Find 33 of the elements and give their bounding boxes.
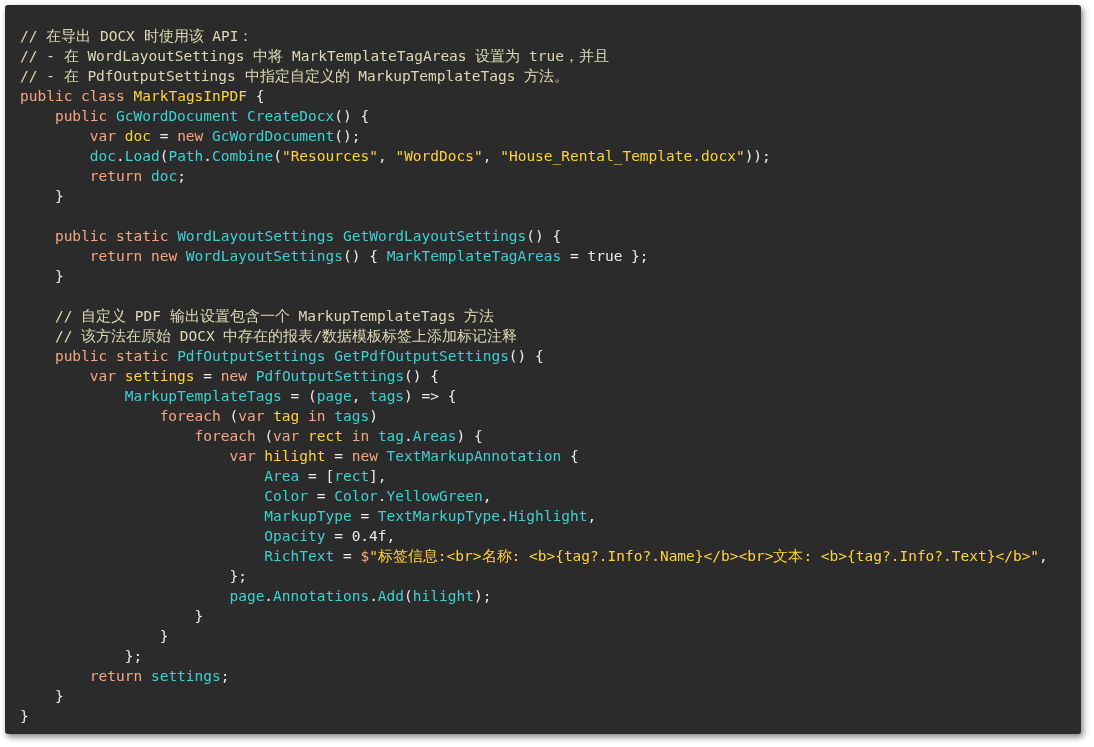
code-line: }; [124,647,143,666]
code-line: var hilight = new TextMarkupAnnotation { [229,447,579,466]
code-line: var settings = new PdfOutputSettings() { [89,367,440,386]
code-comment: // 在导出 DOCX 时使用该 API： [20,27,254,46]
code-line: page.Annotations.Add(hilight); [229,587,492,606]
code-line: MarkupTemplateTags = (page, tags) => { [124,387,457,406]
code-line: return settings; [89,667,230,686]
code-line: } [194,607,204,626]
code-line: public GcWordDocument CreateDocx() { [54,107,370,126]
code-comment: // 该方法在原始 DOCX 中存在的报表/数据模板标签上添加标记注释 [54,327,518,346]
code-line: Color = Color.YellowGreen, [264,487,492,506]
code-line: } [159,627,169,646]
code-line: public static PdfOutputSettings GetPdfOutputSettings() { [54,347,544,366]
code-line: Area = [rect], [264,467,387,486]
code-line: public static WordLayoutSettings GetWordLayoutSettings() { [54,227,562,246]
code-line: MarkupType = TextMarkupType.Highlight, [264,507,597,526]
code-line: var doc = new GcWordDocument(); [89,127,361,146]
code-line: RichText = $"标签信息:<br>名称: <b>{tag?.Info?.Name}</b><br>文本: <b>{tag?.Info?.Text}</b>", [264,547,1048,566]
code-line: foreach (var rect in tag.Areas) { [194,427,483,446]
code-line: public class MarkTagsInPDF { [20,87,265,106]
code-line: }; [229,567,247,586]
code-comment: // 自定义 PDF 输出设置包含一个 MarkupTemplateTags 方法 [54,307,495,326]
code-comment: // - 在 PdfOutputSettings 中指定自定义的 MarkupTemplateTags 方法。 [20,67,570,86]
code-line: return doc; [89,167,186,186]
code-line: return new WordLayoutSettings() { MarkTemplateTagAreas = true }; [89,247,649,266]
code-line: } [20,707,29,726]
code-line: doc.Load(Path.Combine("Resources", "WordDocs", "House_Rental_Template.docx")); [89,147,771,166]
code-line: foreach (var tag in tags) [159,407,378,426]
code-comment: // - 在 WordLayoutSettings 中将 MarkTemplateTagAreas 设置为 true，并且 [20,47,609,66]
code-line: Opacity = 0.4f, [264,527,396,546]
code-line: } [54,187,64,206]
code-line: } [54,267,64,286]
code-line: } [54,687,64,706]
